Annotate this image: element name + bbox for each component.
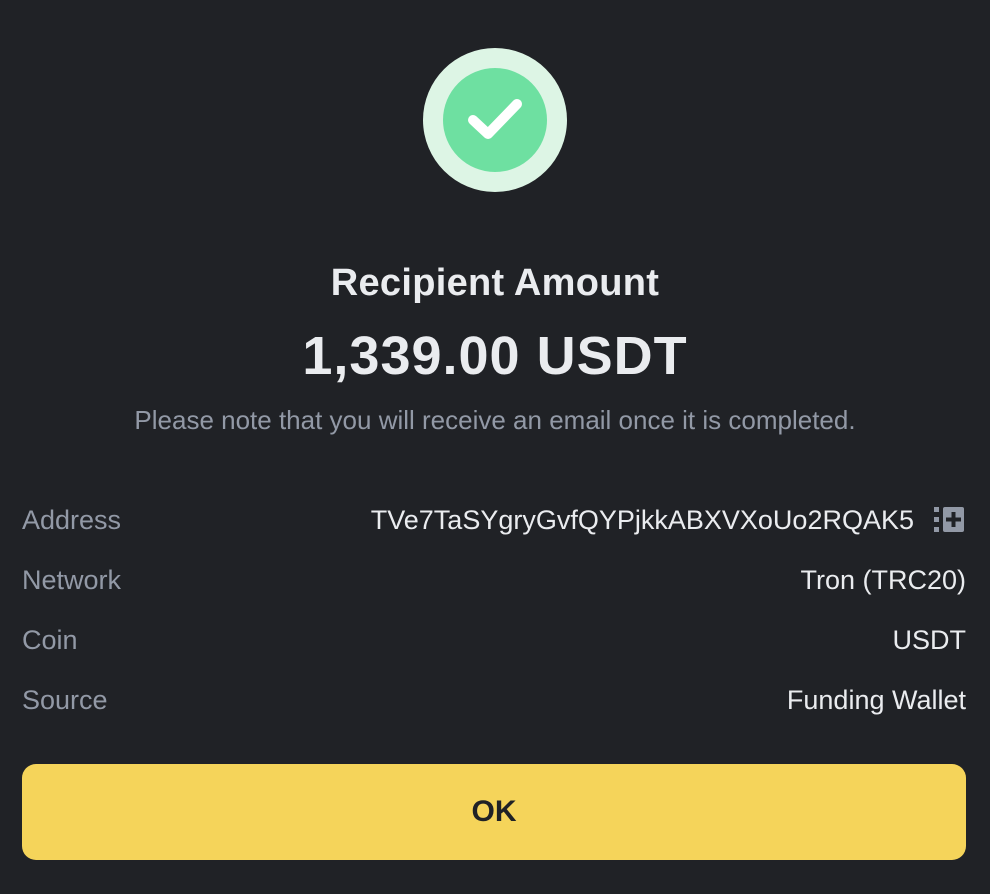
email-note: Please note that you will receive an ema… (134, 405, 856, 435)
detail-label: Network (22, 564, 122, 595)
check-circle-icon (423, 48, 567, 192)
network-value: Tron (TRC20) (800, 564, 966, 595)
detail-row-source: Source Funding Wallet (22, 670, 966, 730)
coin-value: USDT (892, 624, 967, 655)
detail-label: Coin (22, 624, 78, 655)
ok-button[interactable]: OK (22, 764, 966, 860)
source-value: Funding Wallet (786, 684, 966, 715)
checkmark-icon (468, 99, 522, 139)
detail-label: Source (22, 684, 108, 715)
detail-row-coin: Coin USDT (22, 610, 966, 670)
detail-row-address: Address TVe7TaSYgryGvfQYPjkkABXVXoUo2RQA… (22, 490, 966, 550)
address-value: TVe7TaSYgryGvfQYPjkkABXVXoUo2RQAK5 (370, 504, 914, 535)
detail-label: Address (22, 504, 122, 535)
recipient-amount: 1,339.00 USDT (302, 326, 688, 386)
dialog-title: Recipient Amount (330, 262, 660, 304)
withdrawal-details: Address TVe7TaSYgryGvfQYPjkkABXVXoUo2RQA… (22, 490, 966, 730)
withdrawal-success-dialog: Recipient Amount 1,339.00 USDT Please no… (0, 0, 990, 894)
copy-icon[interactable] (934, 505, 966, 535)
detail-row-network: Network Tron (TRC20) (22, 550, 966, 610)
